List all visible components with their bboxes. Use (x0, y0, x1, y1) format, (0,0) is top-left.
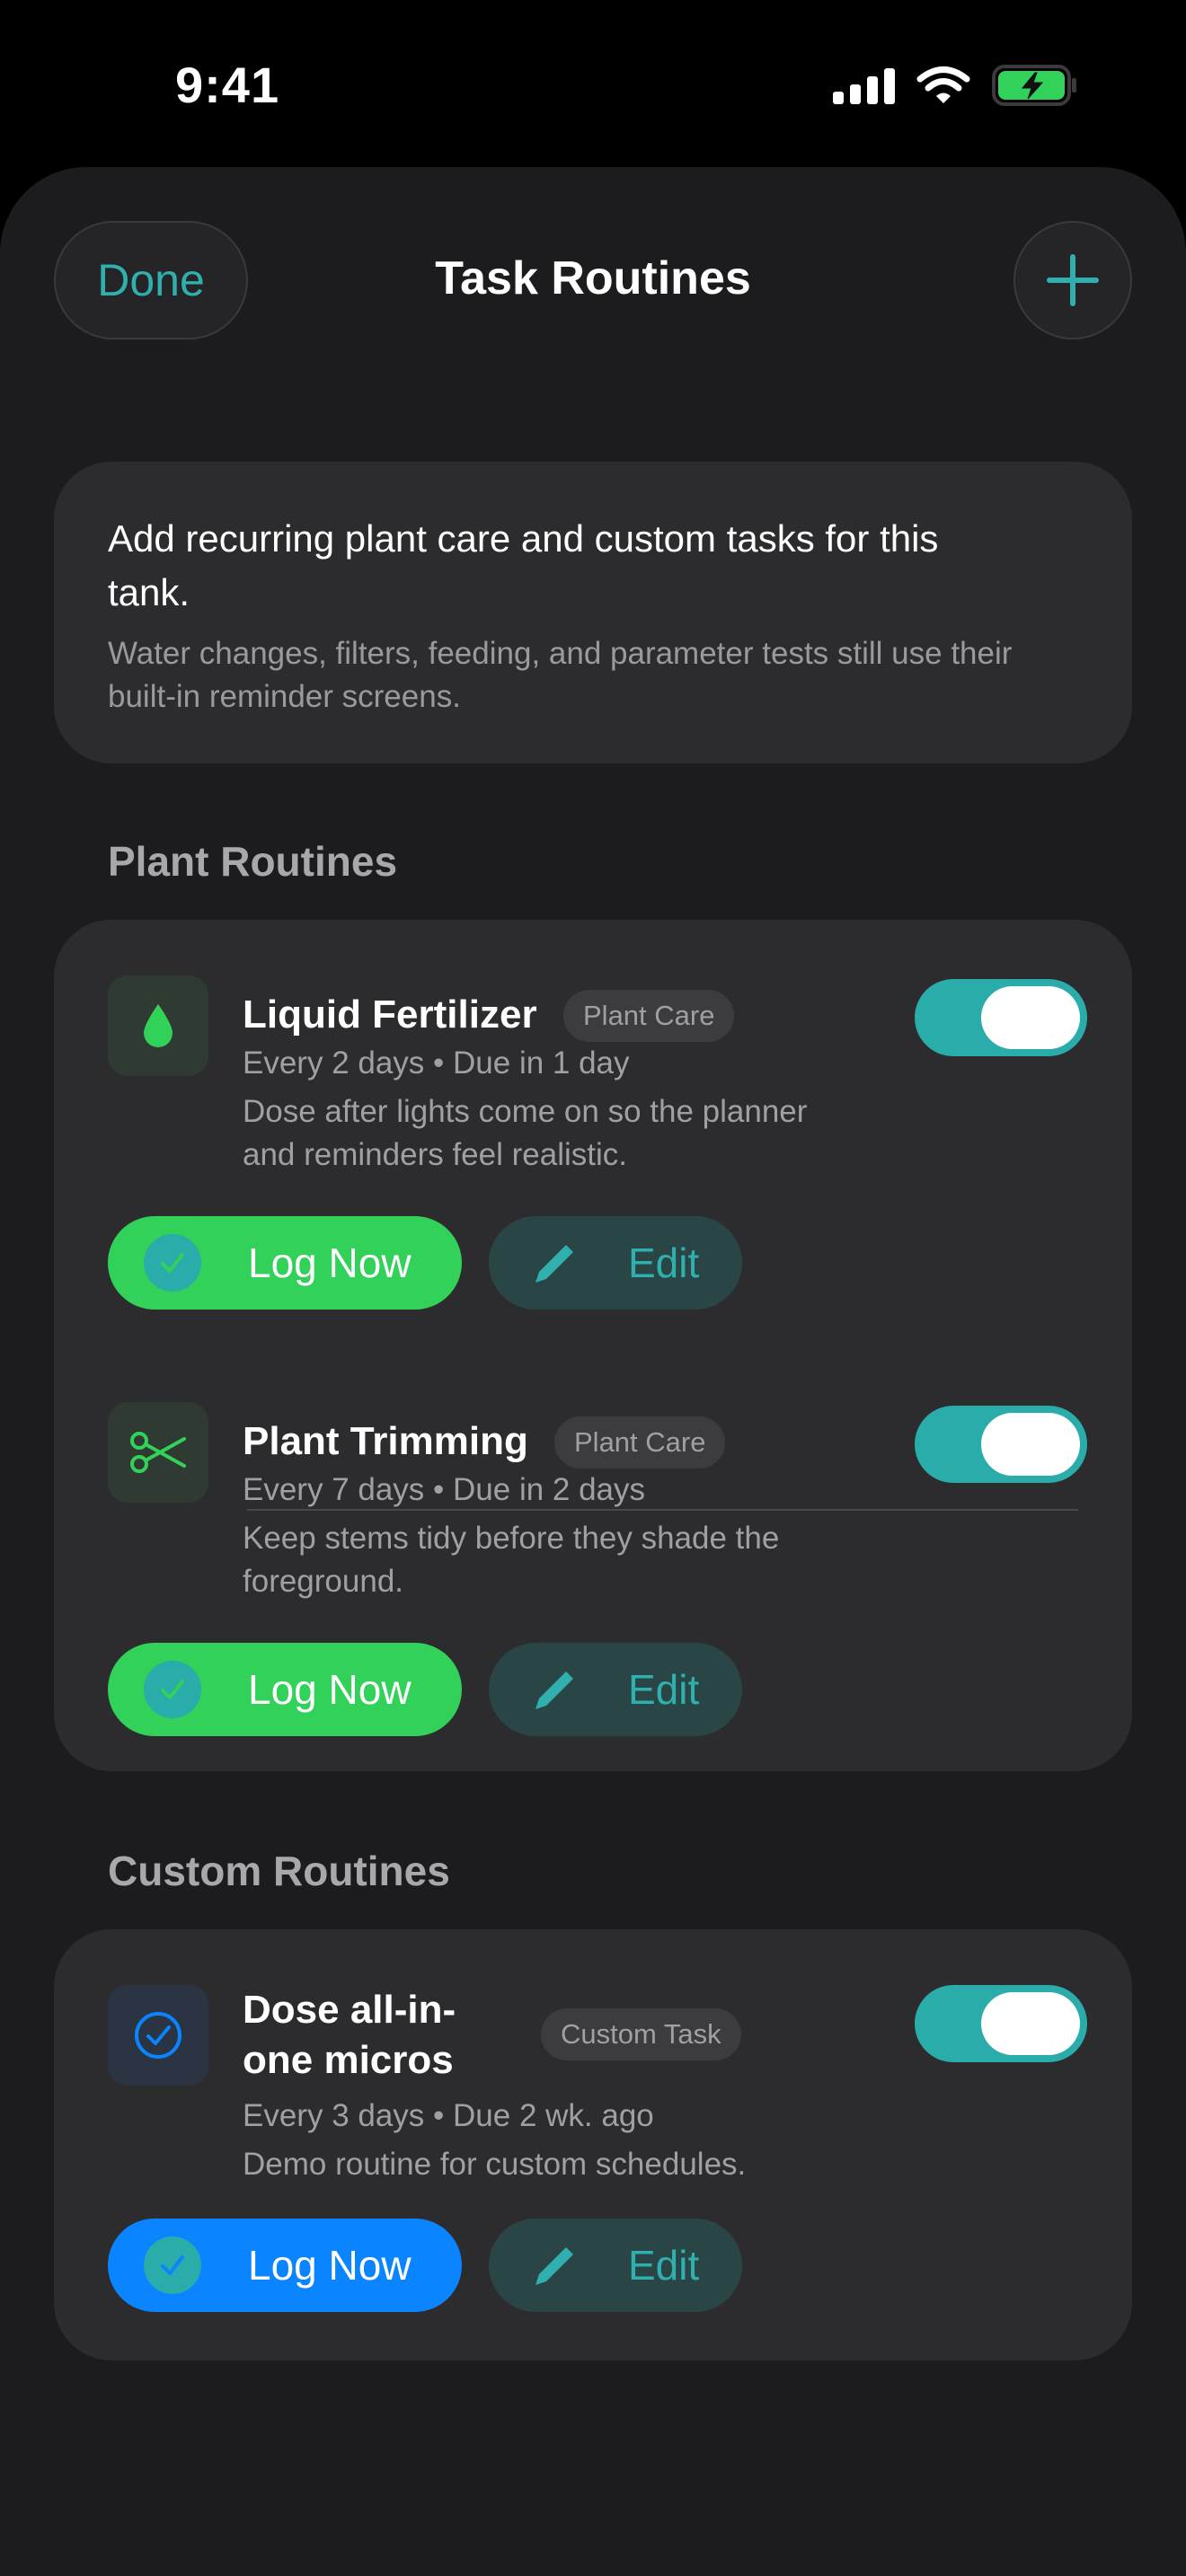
info-title: Add recurring plant care and custom task… (108, 517, 939, 613)
cellular-signal-icon (833, 66, 895, 104)
checkmark-icon (144, 1661, 201, 1718)
routine-enabled-toggle[interactable] (915, 1985, 1087, 2062)
status-icons (833, 65, 1078, 106)
pencil-icon (535, 1672, 573, 1709)
routine-description: Keep stems tidy before they shade the fo… (243, 1521, 780, 1599)
wifi-icon (916, 66, 970, 103)
routine-icon (108, 975, 208, 1076)
scissors-icon (130, 1432, 186, 1473)
divider (247, 1509, 1078, 1511)
edit-button[interactable]: Edit (489, 1216, 742, 1310)
routine-enabled-toggle[interactable] (915, 1406, 1087, 1483)
checkmark-circle-icon (135, 2012, 181, 2059)
routine-title: Plant Trimming (243, 1419, 528, 1463)
edit-button[interactable]: Edit (489, 1643, 742, 1736)
category-badge: Custom Task (541, 2008, 741, 2060)
edit-button[interactable]: Edit (489, 2219, 742, 2312)
plant-routines-card: Liquid Fertilizer Plant Care Every 2 day… (54, 920, 1132, 1771)
category-badge: Plant Care (554, 1416, 726, 1469)
done-button[interactable]: Done (54, 221, 248, 340)
drop-icon (144, 1004, 173, 1047)
edit-label: Edit (628, 2242, 700, 2289)
routine-schedule: Every 3 days • Due 2 wk. ago (243, 2098, 654, 2133)
pencil-icon (535, 2247, 573, 2285)
log-now-button[interactable]: Log Now (108, 2219, 462, 2312)
info-card: Add recurring plant care and custom task… (54, 462, 1132, 763)
plus-icon (1047, 254, 1099, 306)
custom-routines-card: Dose all-in-one micros Custom Task Every… (54, 1929, 1132, 2360)
log-now-label: Log Now (248, 1666, 412, 1713)
category-badge: Plant Care (563, 990, 735, 1042)
log-now-button[interactable]: Log Now (108, 1643, 462, 1736)
log-now-label: Log Now (248, 1239, 412, 1286)
pencil-icon (535, 1245, 573, 1283)
battery-charging-icon (992, 65, 1076, 106)
routine-icon (108, 1985, 208, 2086)
routine-schedule: Every 2 days • Due in 1 day (243, 1045, 630, 1081)
routine-title: Dose all-in-one micros (243, 1988, 456, 2082)
log-now-button[interactable]: Log Now (108, 1216, 462, 1310)
log-now-label: Log Now (248, 2242, 412, 2289)
routine-schedule: Every 7 days • Due in 2 days (243, 1472, 646, 1507)
edit-label: Edit (628, 1239, 700, 1286)
section-label-plant-routines: Plant Routines (108, 838, 398, 885)
routine-description: Dose after lights come on so the planner… (243, 1094, 808, 1172)
routine-title: Liquid Fertilizer (243, 992, 537, 1037)
routine-description: Demo routine for custom schedules. (243, 2147, 747, 2182)
checkmark-icon (144, 1234, 201, 1292)
add-routine-button[interactable] (1013, 221, 1132, 340)
task-routines-sheet: Done Task Routines Add recurring plant c… (0, 167, 1186, 2576)
checkmark-icon (144, 2236, 201, 2294)
info-subtitle: Water changes, filters, feeding, and par… (108, 636, 1013, 714)
edit-label: Edit (628, 1666, 700, 1713)
routine-icon (108, 1402, 208, 1503)
status-time: 9:41 (175, 57, 280, 113)
section-label-custom-routines: Custom Routines (108, 1848, 450, 1894)
status-bar: 9:41 (0, 0, 1186, 171)
routine-enabled-toggle[interactable] (915, 979, 1087, 1056)
